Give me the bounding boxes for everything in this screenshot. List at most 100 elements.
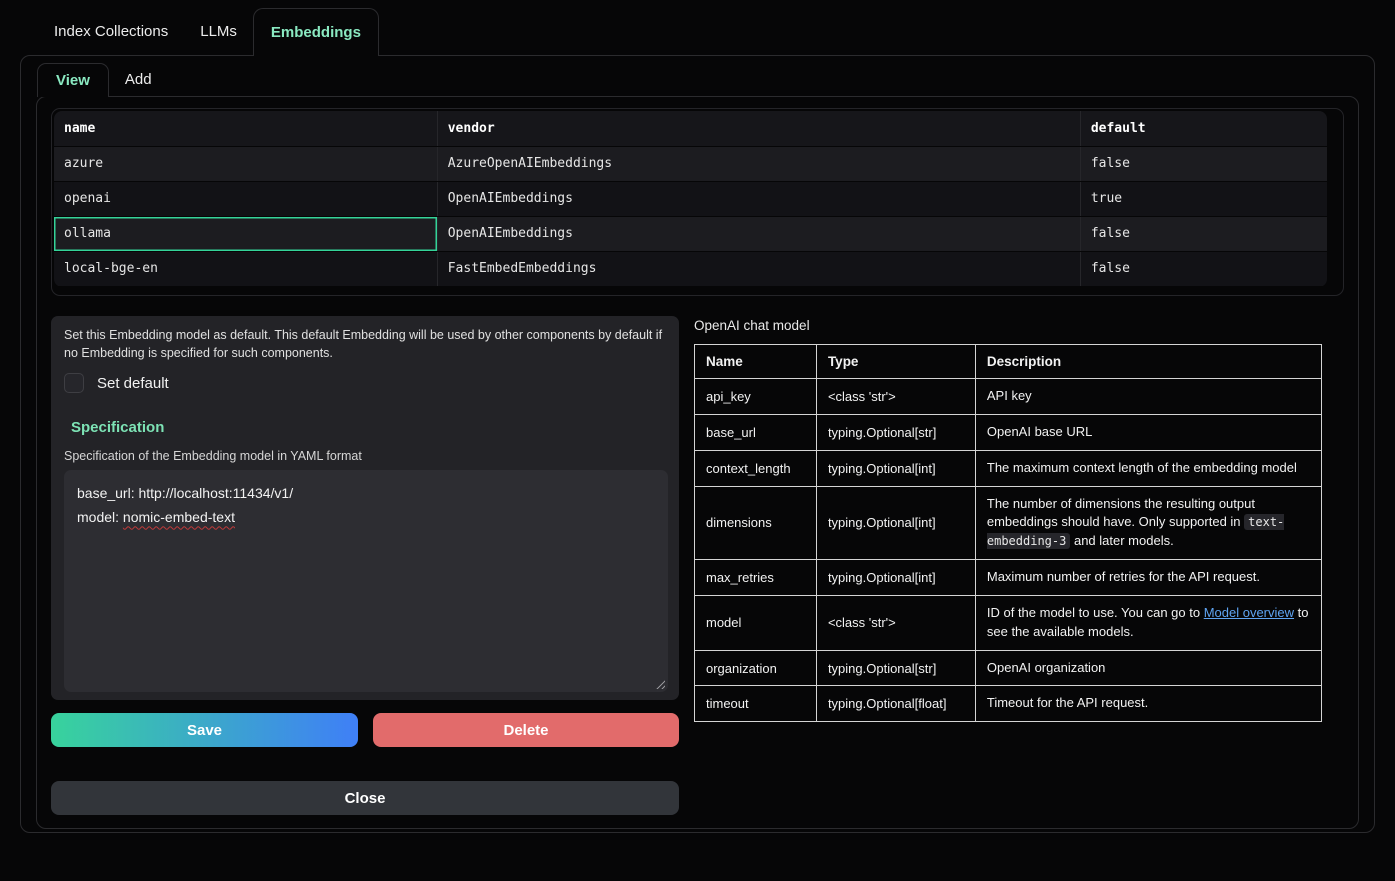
param-row: timeouttyping.Optional[float] Timeout for…	[695, 686, 1322, 722]
schema-column: OpenAI chat model Name Type Description …	[694, 316, 1322, 815]
specification-description: Specification of the Embedding model in …	[64, 449, 666, 463]
param-description-cell: The number of dimensions the resulting o…	[975, 486, 1321, 560]
description-text: OpenAI base URL	[987, 424, 1093, 439]
cell-default: false	[1080, 251, 1327, 286]
param-name-cell: model	[695, 595, 817, 650]
tab-index-collections[interactable]: Index Collections	[38, 8, 184, 55]
param-name-cell: base_url	[695, 414, 817, 450]
param-row: base_urltyping.Optional[str] OpenAI base …	[695, 414, 1322, 450]
embeddings-page: Index Collections LLMs Embeddings View A…	[0, 0, 1395, 881]
sub-tab-bar: View Add	[36, 63, 1359, 96]
column-header-name[interactable]: name	[54, 111, 437, 146]
cell-default: false	[1080, 216, 1327, 251]
schema-title: OpenAI chat model	[694, 318, 1322, 333]
tab-llms[interactable]: LLMs	[184, 8, 253, 55]
param-name-cell: dimensions	[695, 486, 817, 560]
view-tab-panel: name vendor default azureAzureOpenAIEmbe…	[36, 96, 1359, 829]
yaml-line-1: base_url: http://localhost:11434/v1/	[77, 481, 655, 505]
yaml-line-2: model: nomic-embed-text	[77, 505, 655, 529]
param-row: api_key<class 'str'> API key	[695, 379, 1322, 415]
cell-default: false	[1080, 146, 1327, 181]
cell-default: true	[1080, 181, 1327, 216]
param-row: max_retriestyping.Optional[int] Maximum n…	[695, 560, 1322, 596]
param-type-cell: typing.Optional[int]	[816, 450, 975, 486]
subtab-view[interactable]: View	[37, 63, 109, 97]
yaml-editor[interactable]: base_url: http://localhost:11434/v1/ mod…	[64, 470, 668, 692]
column-header-default[interactable]: default	[1080, 111, 1327, 146]
main-tab-bar: Index Collections LLMs Embeddings	[20, 8, 1375, 55]
embeddings-table-row[interactable]: openaiOpenAIEmbeddingstrue	[54, 181, 1327, 216]
param-name-cell: context_length	[695, 450, 817, 486]
param-header-type: Type	[816, 345, 975, 379]
params-header-row: Name Type Description	[695, 345, 1322, 379]
embeddings-table-row[interactable]: azureAzureOpenAIEmbeddingsfalse	[54, 146, 1327, 181]
description-text: The maximum context length of the embedd…	[987, 460, 1297, 475]
param-description-cell: OpenAI base URL	[975, 414, 1321, 450]
param-description-cell: OpenAI organization	[975, 650, 1321, 686]
param-type-cell: typing.Optional[int]	[816, 486, 975, 560]
embeddings-table-header-row: name vendor default	[54, 111, 1327, 146]
param-name-cell: organization	[695, 650, 817, 686]
param-type-cell: typing.Optional[int]	[816, 560, 975, 596]
param-description-cell: Timeout for the API request.	[975, 686, 1321, 722]
description-text: The number of dimensions the resulting o…	[987, 496, 1255, 530]
embeddings-tab-panel: View Add name vendor default azureAzureO…	[20, 55, 1375, 833]
param-type-cell: <class 'str'>	[816, 379, 975, 415]
cell-vendor: OpenAIEmbeddings	[437, 216, 1080, 251]
description-text: ID of the model to use. You can go to	[987, 605, 1204, 620]
param-name-cell: api_key	[695, 379, 817, 415]
description-text: Timeout for the API request.	[987, 695, 1148, 710]
yaml-text: model:	[77, 509, 123, 525]
param-row: context_lengthtyping.Optional[int] The ma…	[695, 450, 1322, 486]
edit-column: Set this Embedding model as default. Thi…	[51, 316, 679, 815]
param-type-cell: typing.Optional[str]	[816, 650, 975, 686]
param-description-cell: ID of the model to use. You can go to Mo…	[975, 595, 1321, 650]
description-text: and later models.	[1070, 533, 1173, 548]
cell-name: azure	[54, 146, 437, 181]
default-description: Set this Embedding model as default. Thi…	[64, 326, 664, 362]
set-default-checkbox[interactable]	[64, 373, 84, 393]
model-params-table: Name Type Description api_key<class 'str…	[694, 344, 1322, 722]
param-type-cell: <class 'str'>	[816, 595, 975, 650]
tab-embeddings[interactable]: Embeddings	[253, 8, 379, 56]
misspelled-word: nomic-embed-text	[123, 509, 235, 525]
param-name-cell: timeout	[695, 686, 817, 722]
param-type-cell: typing.Optional[str]	[816, 414, 975, 450]
model-overview-link[interactable]: Model overview	[1204, 605, 1294, 620]
set-default-label: Set default	[97, 375, 169, 392]
description-text: Maximum number of retries for the API re…	[987, 569, 1260, 584]
resize-handle-icon[interactable]	[654, 678, 665, 689]
param-name-cell: max_retries	[695, 560, 817, 596]
save-button[interactable]: Save	[51, 713, 358, 747]
embeddings-table-container: name vendor default azureAzureOpenAIEmbe…	[51, 108, 1344, 296]
subtab-add[interactable]: Add	[109, 63, 168, 96]
embeddings-table-row[interactable]: local-bge-enFastEmbedEmbeddingsfalse	[54, 251, 1327, 286]
set-default-row[interactable]: Set default	[64, 373, 666, 393]
description-text: OpenAI organization	[987, 660, 1106, 675]
action-buttons-row: Save Delete	[51, 713, 679, 747]
embeddings-table-row[interactable]: ollamaOpenAIEmbeddingsfalse	[54, 216, 1327, 251]
param-row: organizationtyping.Optional[str] OpenAI o…	[695, 650, 1322, 686]
param-row: model<class 'str'>ID of the model to use…	[695, 595, 1322, 650]
embeddings-table: name vendor default azureAzureOpenAIEmbe…	[54, 111, 1327, 287]
param-header-description: Description	[975, 345, 1321, 379]
delete-button[interactable]: Delete	[373, 713, 679, 747]
column-header-vendor[interactable]: vendor	[437, 111, 1080, 146]
param-header-name: Name	[695, 345, 817, 379]
yaml-text: base_url: http://localhost:11434/v1/	[77, 485, 293, 501]
cell-vendor: OpenAIEmbeddings	[437, 181, 1080, 216]
specification-heading: Specification	[71, 419, 666, 436]
param-description-cell: The maximum context length of the embedd…	[975, 450, 1321, 486]
description-text: API key	[987, 388, 1032, 403]
close-button[interactable]: Close	[51, 781, 679, 815]
param-description-cell: API key	[975, 379, 1321, 415]
cell-vendor: AzureOpenAIEmbeddings	[437, 146, 1080, 181]
param-description-cell: Maximum number of retries for the API re…	[975, 560, 1321, 596]
default-settings-panel: Set this Embedding model as default. Thi…	[51, 316, 679, 700]
param-type-cell: typing.Optional[float]	[816, 686, 975, 722]
cell-name: ollama	[54, 216, 437, 251]
detail-section: Set this Embedding model as default. Thi…	[51, 316, 1344, 815]
cell-vendor: FastEmbedEmbeddings	[437, 251, 1080, 286]
param-row: dimensionstyping.Optional[int] The number…	[695, 486, 1322, 560]
cell-name: openai	[54, 181, 437, 216]
